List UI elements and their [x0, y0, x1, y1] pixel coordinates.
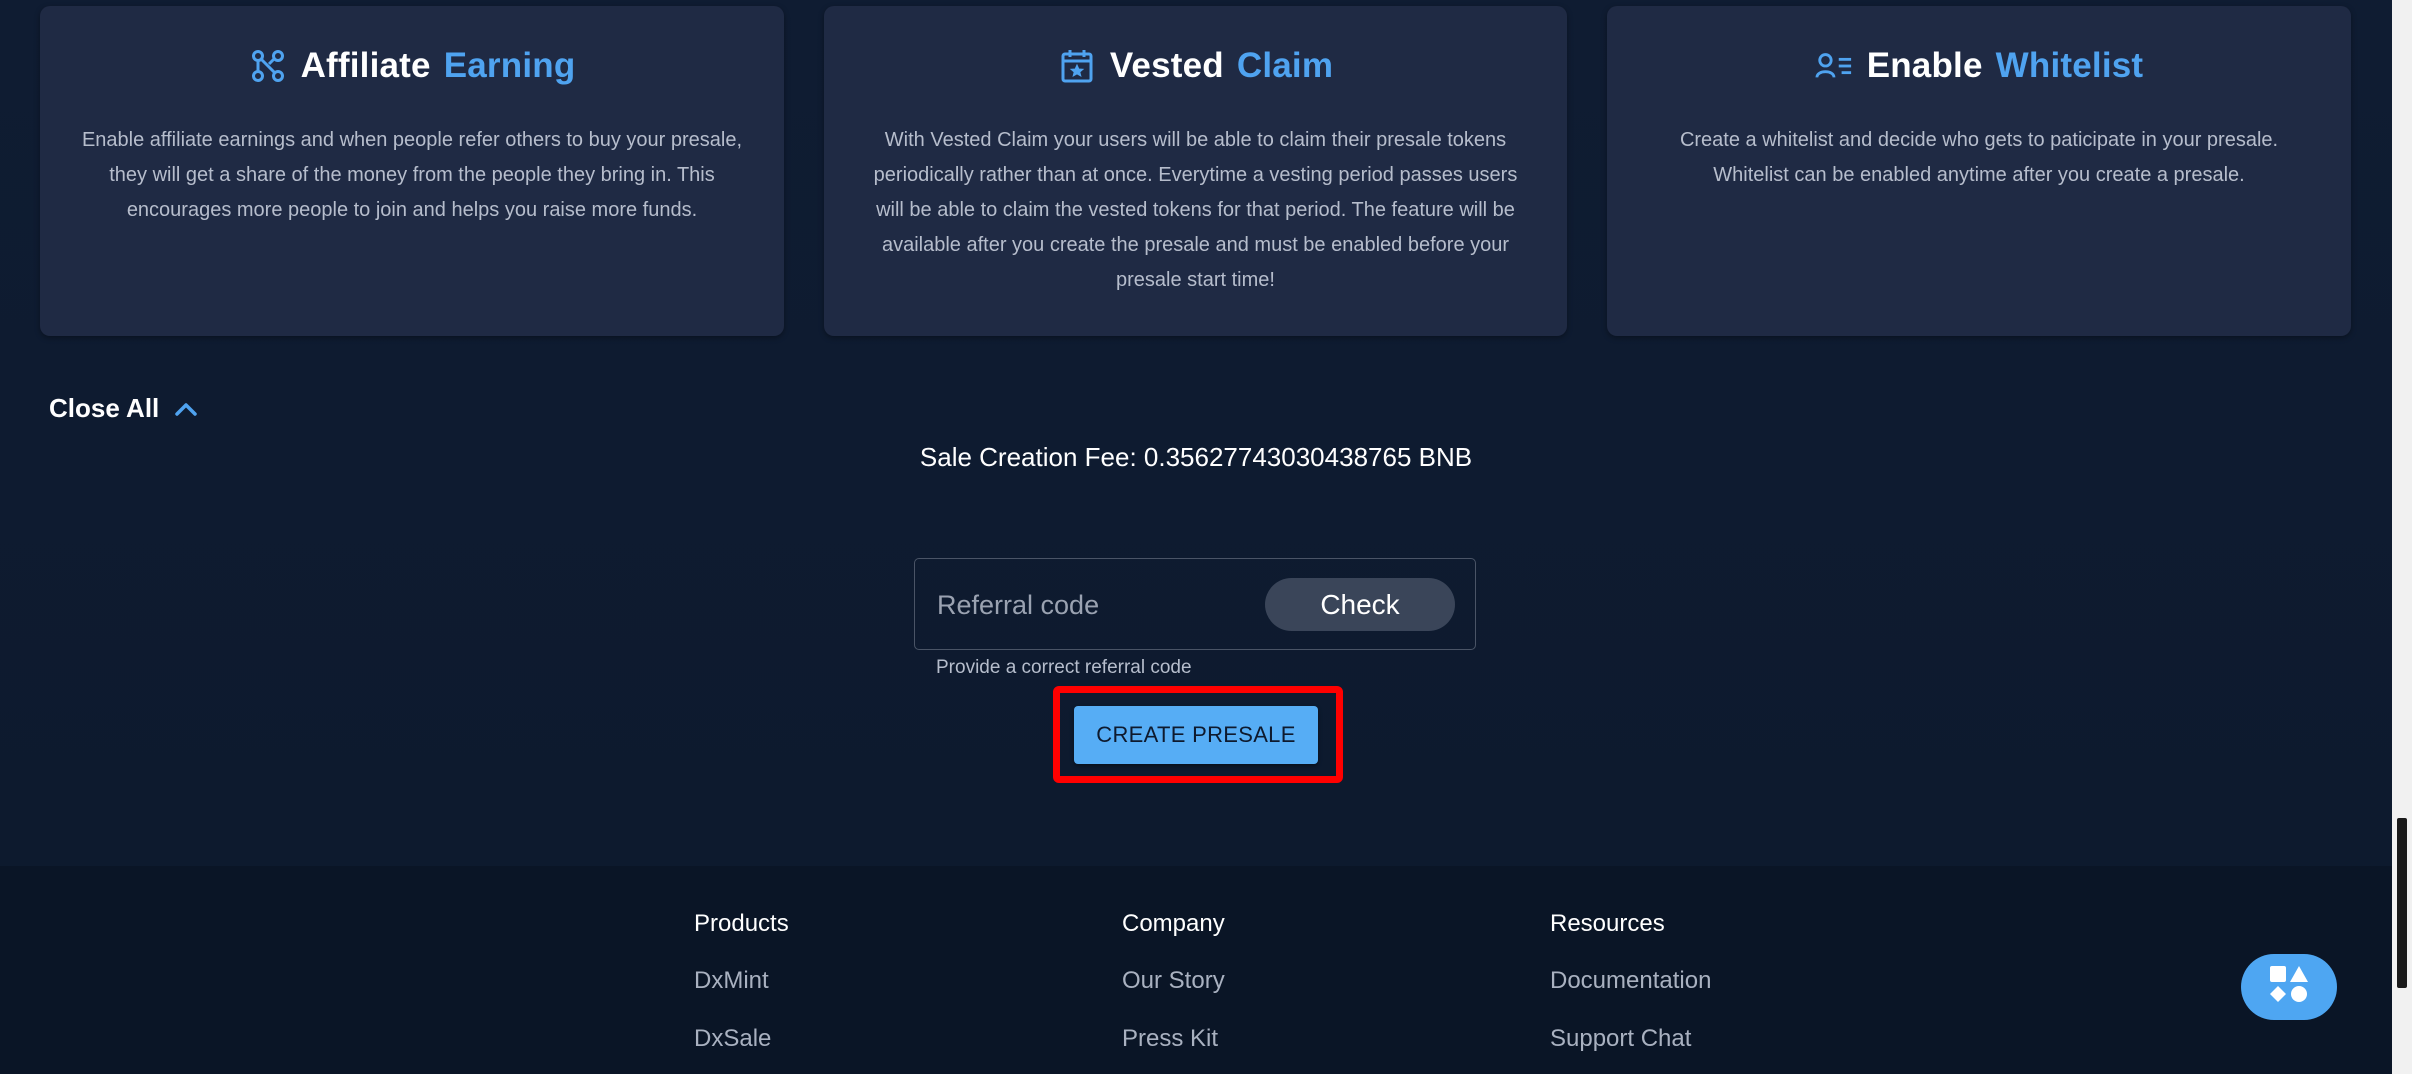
referral-code-input[interactable]: [935, 579, 1239, 631]
feature-card-vested-claim: Vested Claim With Vested Claim your user…: [824, 6, 1567, 336]
footer-link-dxsale[interactable]: DxSale: [694, 1025, 771, 1053]
create-presale-button[interactable]: CREATE PRESALE: [1074, 706, 1318, 764]
referral-helper-text: Provide a correct referral code: [936, 657, 1192, 678]
user-list-icon: [1815, 47, 1853, 85]
feature-card-affiliate-earning: Affiliate Earning Enable affiliate earni…: [40, 6, 784, 336]
footer-link-press-kit[interactable]: Press Kit: [1122, 1025, 1218, 1053]
card-title: Affiliate Earning: [40, 46, 784, 86]
card-description: Enable affiliate earnings and when peopl…: [81, 129, 743, 221]
footer-heading: Resources: [1550, 910, 1665, 937]
footer-heading: Company: [1122, 910, 1225, 937]
scrollbar-thumb[interactable]: [2397, 818, 2407, 988]
card-title-main: Affiliate: [300, 46, 431, 85]
card-description: With Vested Claim your users will be abl…: [873, 129, 1518, 291]
footer-link-support-chat[interactable]: Support Chat: [1550, 1025, 1691, 1053]
footer-link-documentation[interactable]: Documentation: [1550, 967, 1711, 995]
card-title: Vested Claim: [824, 46, 1567, 86]
chevron-up-icon: [173, 396, 199, 422]
card-title-accent: Earning: [443, 46, 576, 85]
footer-link-dxmint[interactable]: DxMint: [694, 967, 769, 995]
card-title-accent: Claim: [1236, 46, 1334, 85]
affiliate-network-icon: [249, 47, 287, 85]
referral-code-field: Check: [914, 558, 1476, 650]
calendar-star-icon: [1058, 47, 1096, 85]
card-title-main: Vested: [1109, 46, 1224, 85]
floating-apps-button[interactable]: [2241, 954, 2337, 1020]
card-description: Create a whitelist and decide who gets t…: [1679, 129, 2279, 186]
check-button[interactable]: Check: [1265, 578, 1455, 631]
main-content: Affiliate Earning Enable affiliate earni…: [0, 0, 2392, 866]
page-scrollbar[interactable]: [2392, 0, 2412, 1074]
sale-creation-fee: Sale Creation Fee: 0.35627743030438765 B…: [919, 442, 1473, 472]
footer: Products DxMint DxSale Company Our Story…: [0, 866, 2392, 1074]
footer-heading: Products: [694, 910, 789, 937]
footer-link-our-story[interactable]: Our Story: [1122, 967, 1225, 995]
card-title-accent: Whitelist: [1995, 46, 2144, 85]
card-title-main: Enable: [1866, 46, 1983, 85]
close-all-label: Close All: [49, 393, 160, 423]
card-title: Enable Whitelist: [1607, 46, 2351, 86]
page: Affiliate Earning Enable affiliate earni…: [0, 0, 2412, 1074]
feature-card-enable-whitelist: Enable Whitelist Create a whitelist and …: [1607, 6, 2351, 336]
close-all-toggle[interactable]: Close All: [49, 393, 199, 424]
apps-shapes-icon: [2268, 964, 2310, 1011]
